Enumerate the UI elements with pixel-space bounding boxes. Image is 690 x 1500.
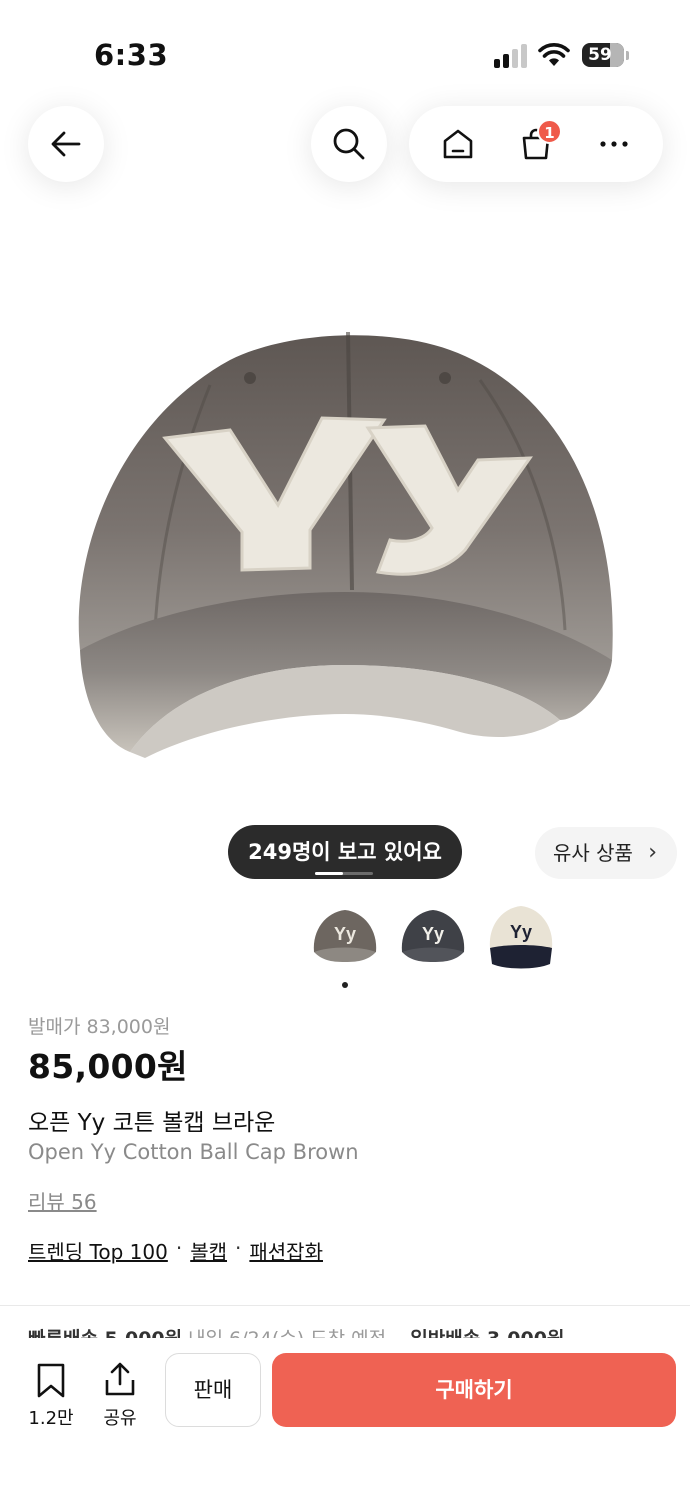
share-button[interactable]: 공유 <box>88 1360 152 1430</box>
fast-shipping-label: 빠른배송 5,000원 <box>28 1328 182 1338</box>
release-price: 발매가 83,000원 <box>28 1016 171 1038</box>
shipping-info-row[interactable]: 빠른배송 5,000원 내일 6/24(수) 도착 예정 일반배송 3,000원 <box>28 1324 668 1338</box>
buy-button[interactable]: 구매하기 <box>272 1353 676 1427</box>
product-name-english: Open Yy Cotton Ball Cap Brown <box>28 1140 359 1164</box>
tag-separator: · <box>235 1236 242 1260</box>
nav-actions-pill: 1 <box>409 106 663 182</box>
variant-thumbnail-brown[interactable]: Yy <box>310 900 380 972</box>
more-button[interactable] <box>584 114 644 174</box>
wifi-icon <box>538 43 570 66</box>
tag-trending[interactable]: 트렌딩 Top 100 <box>28 1236 168 1265</box>
cart-button[interactable]: 1 <box>506 114 566 174</box>
bookmark-count: 1.2만 <box>28 1408 74 1429</box>
home-button[interactable] <box>428 114 488 174</box>
similar-products-button[interactable]: 유사 상품 › <box>535 827 677 879</box>
color-variant-thumbnails: Yy Yy Yy <box>310 900 560 975</box>
tag-fashion-accessories[interactable]: 패션잡화 <box>249 1236 323 1265</box>
variant-thumbnail-charcoal[interactable]: Yy <box>398 900 468 972</box>
section-divider <box>0 1305 690 1306</box>
battery-level: 59 <box>588 45 612 65</box>
share-icon <box>105 1362 135 1396</box>
svg-text:Yy: Yy <box>422 924 444 944</box>
thumbnail-page-dot <box>342 982 348 988</box>
bookmark-icon <box>37 1363 65 1398</box>
back-button[interactable] <box>28 106 104 182</box>
sell-button[interactable]: 판매 <box>165 1353 261 1427</box>
cart-count-badge: 1 <box>537 119 562 144</box>
battery-icon: 59 <box>582 43 624 67</box>
chevron-right-icon: › <box>648 840 657 865</box>
battery-cap <box>626 51 629 60</box>
reviews-link[interactable]: 리뷰 56 <box>28 1186 97 1215</box>
category-tags: 트렌딩 Top 100 · 볼캡 · 패션잡화 <box>28 1236 323 1265</box>
arrow-left-icon <box>51 131 81 157</box>
similar-products-label: 유사 상품 <box>553 841 633 865</box>
live-viewers-pill: 249명이 보고 있어요 <box>228 825 462 879</box>
search-button[interactable] <box>311 106 387 182</box>
fast-shipping-date: 내일 6/24(수) 도착 예정 <box>188 1328 386 1338</box>
cellular-signal-icon <box>494 44 528 68</box>
bookmark-button[interactable]: 1.2만 <box>19 1360 83 1430</box>
search-icon <box>333 128 365 160</box>
image-scroll-indicator <box>315 872 373 875</box>
svg-text:Yy: Yy <box>510 922 532 942</box>
product-image[interactable] <box>60 300 630 780</box>
current-price: 85,000원 <box>28 1047 188 1086</box>
tag-separator: · <box>175 1236 183 1260</box>
variant-thumbnail-ivory-navy[interactable]: Yy <box>486 900 556 972</box>
tag-ballcap[interactable]: 볼캡 <box>190 1236 227 1265</box>
status-time: 6:33 <box>94 38 169 72</box>
more-horizontal-icon <box>600 141 628 147</box>
home-icon <box>443 129 473 159</box>
product-name-korean: 오픈 Yy 코튼 볼캡 브라운 <box>28 1110 276 1136</box>
normal-shipping-label: 일반배송 3,000원 <box>410 1328 564 1338</box>
status-bar: 6:33 59 <box>0 0 690 100</box>
share-label: 공유 <box>103 1408 137 1429</box>
bottom-action-bar: 1.2만 공유 판매 구매하기 <box>0 1338 690 1500</box>
svg-text:Yy: Yy <box>334 924 356 944</box>
